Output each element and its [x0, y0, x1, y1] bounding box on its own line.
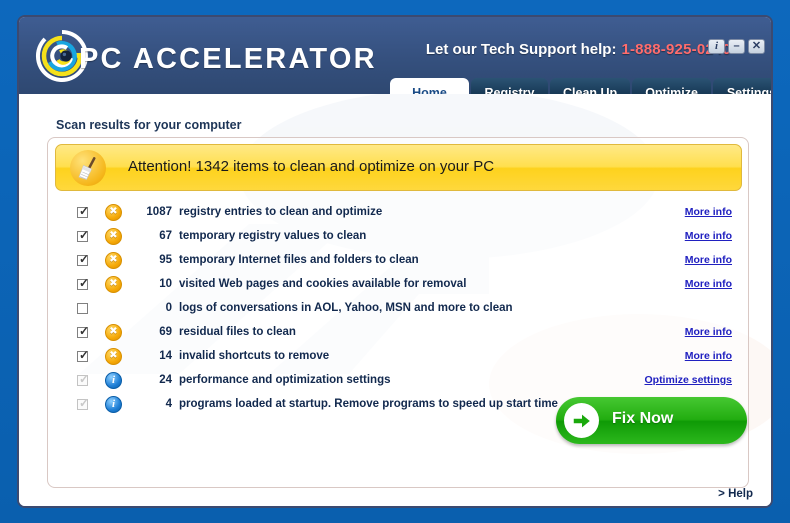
checkmark-icon: ✓ [79, 347, 90, 362]
error-icon: ✖ [105, 227, 122, 245]
result-action-link[interactable]: More info [685, 206, 732, 218]
result-description: temporary Internet files and folders to … [179, 254, 419, 266]
result-checkbox[interactable]: ✓ [77, 347, 90, 362]
minimize-button[interactable]: – [728, 39, 745, 54]
result-description: temporary registry values to clean [179, 230, 367, 242]
result-count: 1087 [146, 206, 172, 218]
result-checkbox: ✓ [77, 371, 90, 386]
arrow-right-icon [564, 403, 599, 438]
result-row: ✓ ✖ 67 temporary registry values to clean Mo… [48, 224, 750, 248]
support-label: Let our Tech Support help: [425, 41, 617, 58]
broom-icon [70, 150, 106, 186]
result-count: 4 [165, 398, 172, 410]
error-icon: ✖ [105, 203, 122, 221]
error-icon: ✖ [105, 275, 122, 293]
result-checkbox[interactable]: ✓ [77, 227, 90, 242]
window-frame: PC ACCELERATOR Let our Tech Support help… [17, 15, 773, 508]
error-icon: ✖ [105, 251, 122, 269]
checkmark-icon: ✓ [79, 323, 90, 338]
about-button[interactable]: i [708, 39, 725, 54]
result-checkbox[interactable]: ✓ [77, 275, 90, 290]
result-checkbox[interactable]: ✓ [77, 323, 90, 338]
result-row: ✓ ✖ 95 temporary Internet files and folders… [48, 248, 750, 272]
result-count: 24 [159, 374, 172, 386]
result-description: programs loaded at startup. Remove progr… [179, 398, 558, 410]
attention-message: Attention! 1342 items to clean and optim… [128, 158, 495, 175]
result-count: 14 [159, 350, 172, 362]
results-card: Attention! 1342 items to clean and optim… [47, 137, 749, 488]
result-row: ✓ ✖ 69 residual files to clean More info [48, 320, 750, 344]
brand-logo: PC ACCELERATOR [33, 25, 375, 87]
result-action-link[interactable]: Optimize settings [644, 374, 732, 386]
result-action-link[interactable]: More info [685, 254, 732, 266]
result-row: ✓ ✖ 1087 registry entries to clean and opti… [48, 200, 750, 224]
info-icon: i [105, 395, 122, 413]
result-count: 0 [165, 302, 172, 314]
result-row: 0 logs of conversations in AOL, Yahoo, MS… [48, 296, 750, 320]
result-description: logs of conversations in AOL, Yahoo, MSN… [179, 302, 513, 314]
result-row: ✓ ✖ 14 invalid shortcuts to remove More info [48, 344, 750, 368]
checkmark-icon: ✓ [79, 371, 90, 386]
error-icon: ✖ [105, 323, 122, 341]
result-checkbox[interactable] [77, 302, 88, 314]
checkmark-icon: ✓ [79, 227, 90, 242]
result-checkbox[interactable]: ✓ [77, 251, 90, 266]
result-count: 10 [159, 278, 172, 290]
result-action-link[interactable]: More info [685, 350, 732, 362]
result-row: ✓ i 24 performance and optimization setting… [48, 368, 750, 392]
help-link[interactable]: > Help [718, 488, 753, 500]
result-count: 69 [159, 326, 172, 338]
fix-now-button[interactable]: Fix Now [556, 397, 747, 444]
checkmark-icon: ✓ [79, 251, 90, 266]
info-icon: i [105, 371, 122, 389]
result-description: residual files to clean [179, 326, 296, 338]
result-checkbox[interactable]: ✓ [77, 203, 90, 218]
result-count: 95 [159, 254, 172, 266]
result-description: visited Web pages and cookies available … [179, 278, 467, 290]
tech-support-banner: Let our Tech Support help: 1-888-925-0240 [381, 41, 731, 58]
title-bar: PC ACCELERATOR Let our Tech Support help… [19, 17, 771, 108]
checkmark-icon: ✓ [79, 275, 90, 290]
checkmark-icon: ✓ [79, 395, 90, 410]
result-row: ✓ ✖ 10 visited Web pages and cookies availa… [48, 272, 750, 296]
close-button[interactable]: ✕ [748, 39, 765, 54]
result-checkbox: ✓ [77, 395, 90, 410]
application-window: PC ACCELERATOR Let our Tech Support help… [0, 0, 790, 523]
result-action-link[interactable]: More info [685, 326, 732, 338]
attention-banner: Attention! 1342 items to clean and optim… [55, 144, 742, 191]
window-controls: i – ✕ [708, 39, 765, 54]
result-description: registry entries to clean and optimize [179, 206, 383, 218]
result-description: invalid shortcuts to remove [179, 350, 330, 362]
page-title: Scan results for your computer [56, 118, 242, 132]
results-list: ✓ ✖ 1087 registry entries to clean and opti… [48, 200, 750, 416]
error-icon: ✖ [105, 347, 122, 365]
brand-name: PC ACCELERATOR [79, 43, 377, 75]
result-description: performance and optimization settings [179, 374, 391, 386]
fix-now-label: Fix Now [612, 410, 674, 427]
result-action-link[interactable]: More info [685, 230, 732, 242]
checkmark-icon: ✓ [79, 203, 90, 218]
result-action-link[interactable]: More info [685, 278, 732, 290]
result-count: 67 [159, 230, 172, 242]
content-area: Scan results for your computer Attention… [19, 94, 771, 506]
